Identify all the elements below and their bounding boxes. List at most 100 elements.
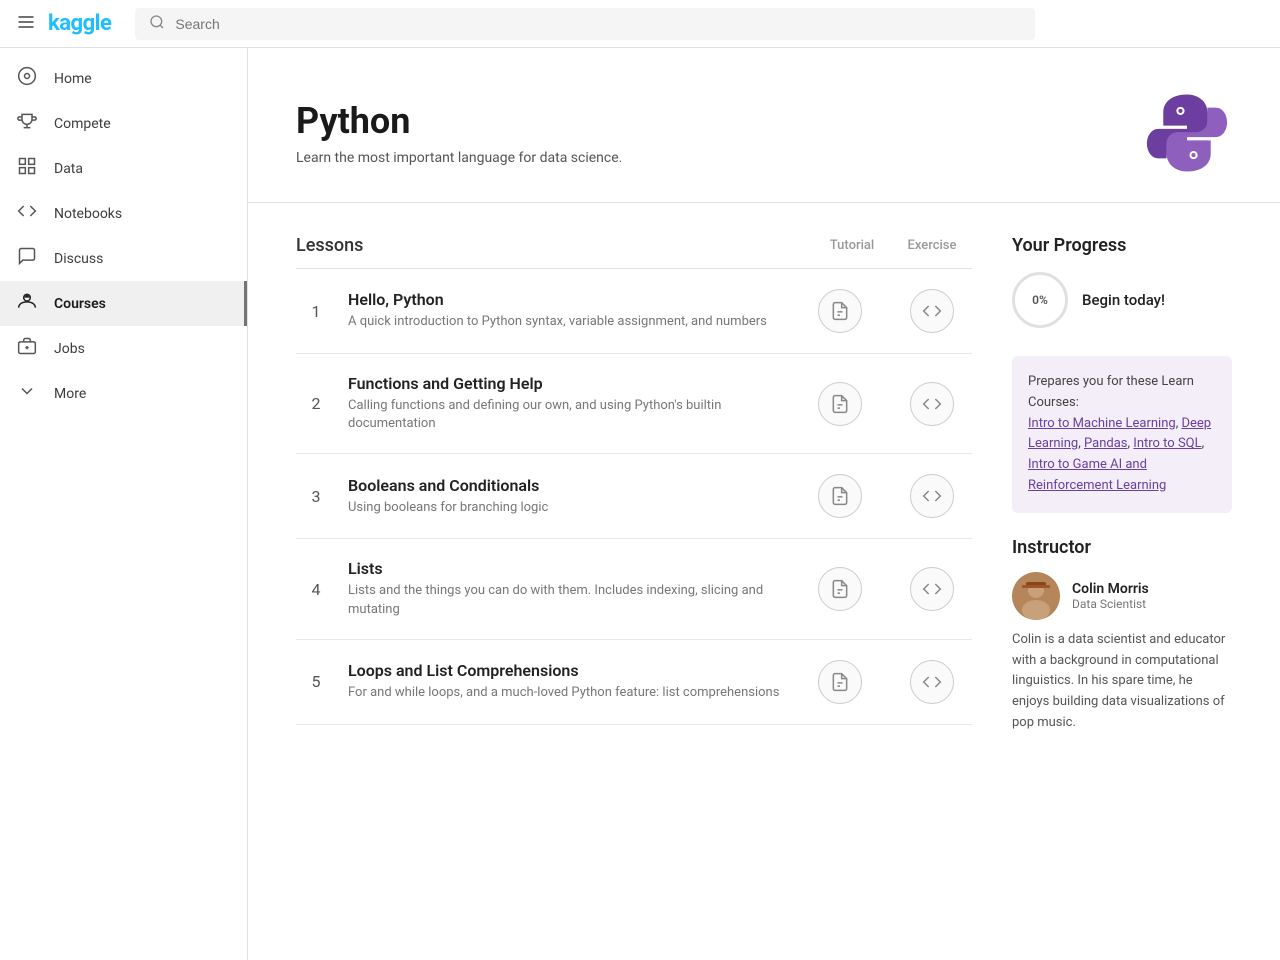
progress-circle: 0% xyxy=(1012,272,1068,328)
sidebar-label-courses: Courses xyxy=(54,296,106,312)
lesson-name: Lists xyxy=(348,559,788,578)
notebooks-icon xyxy=(16,201,38,226)
instructor-bio: Colin is a data scientist and educator w… xyxy=(1012,630,1232,734)
instructor-name: Colin Morris xyxy=(1072,581,1149,597)
table-row: 1 Hello, Python A quick introduction to … xyxy=(296,269,972,354)
exercise-button[interactable] xyxy=(910,660,954,704)
course-link-ml[interactable]: Intro to Machine Learning xyxy=(1028,416,1176,431)
table-row: 5 Loops and List Comprehensions For and … xyxy=(296,640,972,725)
lesson-name: Booleans and Conditionals xyxy=(348,476,788,495)
tutorial-button[interactable] xyxy=(818,474,862,518)
lesson-info: Lists Lists and the things you can do wi… xyxy=(348,559,788,618)
discuss-icon xyxy=(16,246,38,271)
lesson-number: 1 xyxy=(296,302,336,321)
sep4: , xyxy=(1202,436,1205,451)
data-icon xyxy=(16,156,38,181)
lesson-desc: Calling functions and defining our own, … xyxy=(348,397,788,433)
lesson-number: 4 xyxy=(296,580,336,599)
instructor-info: Colin Morris Data Scientist xyxy=(1072,581,1149,611)
lesson-name: Functions and Getting Help xyxy=(348,374,788,393)
progress-title: Your Progress xyxy=(1012,235,1232,256)
lesson-name: Hello, Python xyxy=(348,290,788,309)
lessons-heading: Lessons xyxy=(296,235,812,256)
sidebar-label-compete: Compete xyxy=(54,116,111,132)
content-area: Lessons Tutorial Exercise 1 Hello, Pytho… xyxy=(248,203,1280,766)
sidebar-item-jobs[interactable]: Jobs xyxy=(0,326,247,371)
exercise-button[interactable] xyxy=(910,382,954,426)
tutorial-button[interactable] xyxy=(818,289,862,333)
prepares-box: Prepares you for these Learn Courses: In… xyxy=(1012,356,1232,513)
lesson-desc: For and while loops, and a much-loved Py… xyxy=(348,684,788,702)
menu-icon[interactable] xyxy=(16,12,36,36)
sidebar-label-more: More xyxy=(54,386,86,402)
course-link-gameai[interactable]: Intro to Game AI and Reinforcement Learn… xyxy=(1028,457,1166,493)
exercise-button[interactable] xyxy=(910,289,954,333)
main-content: Python Learn the most important language… xyxy=(248,48,1280,960)
home-icon xyxy=(16,66,38,91)
instructor-role: Data Scientist xyxy=(1072,597,1149,611)
lesson-info: Functions and Getting Help Calling funct… xyxy=(348,374,788,433)
compete-icon xyxy=(16,111,38,136)
sidebar-label-data: Data xyxy=(54,161,83,177)
exercise-col-header: Exercise xyxy=(892,238,972,253)
sidebar-label-notebooks: Notebooks xyxy=(54,206,122,222)
sidebar-item-discuss[interactable]: Discuss xyxy=(0,236,247,281)
sidebar-label-jobs: Jobs xyxy=(54,341,85,357)
lesson-desc: Using booleans for branching logic xyxy=(348,499,788,517)
jobs-icon xyxy=(16,336,38,361)
progress-row: 0% Begin today! xyxy=(1012,272,1232,328)
sidebar-item-compete[interactable]: Compete xyxy=(0,101,247,146)
tutorial-button[interactable] xyxy=(818,660,862,704)
sidebar-label-home: Home xyxy=(54,71,92,87)
lessons-section: Lessons Tutorial Exercise 1 Hello, Pytho… xyxy=(296,235,972,734)
search-input[interactable] xyxy=(175,16,1021,32)
sidebar: Home Compete Data xyxy=(0,48,248,960)
search-icon xyxy=(149,14,165,34)
kaggle-logo[interactable]: kaggle xyxy=(48,11,111,36)
lesson-info: Booleans and Conditionals Using booleans… xyxy=(348,476,788,517)
lesson-number: 5 xyxy=(296,672,336,691)
sidebar-label-discuss: Discuss xyxy=(54,251,103,267)
table-row: 3 Booleans and Conditionals Using boolea… xyxy=(296,454,972,539)
progress-section: Your Progress 0% Begin today! xyxy=(1012,235,1232,328)
table-row: 4 Lists Lists and the things you can do … xyxy=(296,539,972,639)
course-link-pandas[interactable]: Pandas xyxy=(1084,436,1128,451)
progress-message: Begin today! xyxy=(1082,291,1165,309)
sidebar-item-notebooks[interactable]: Notebooks xyxy=(0,191,247,236)
exercise-button[interactable] xyxy=(910,567,954,611)
sidebar-item-data[interactable]: Data xyxy=(0,146,247,191)
exercise-button[interactable] xyxy=(910,474,954,518)
lesson-number: 3 xyxy=(296,487,336,506)
prepares-prefix: Prepares you for these Learn Courses: xyxy=(1028,374,1194,410)
instructor-row: Colin Morris Data Scientist xyxy=(1012,572,1232,620)
tutorial-button[interactable] xyxy=(818,567,862,611)
lessons-header: Lessons Tutorial Exercise xyxy=(296,235,972,269)
instructor-section: Instructor xyxy=(1012,537,1232,734)
sidebar-item-courses[interactable]: Courses xyxy=(0,281,247,326)
lesson-number: 2 xyxy=(296,394,336,413)
lesson-desc: Lists and the things you can do with the… xyxy=(348,582,788,618)
lesson-info: Loops and List Comprehensions For and wh… xyxy=(348,661,788,702)
tutorial-button[interactable] xyxy=(818,382,862,426)
python-logo-image xyxy=(1142,88,1232,178)
right-sidebar: Your Progress 0% Begin today! Prepares y… xyxy=(1012,235,1232,734)
topbar: kaggle xyxy=(0,0,1280,48)
course-link-sql[interactable]: Intro to SQL xyxy=(1133,436,1201,451)
page-subtitle: Learn the most important language for da… xyxy=(296,150,622,166)
layout: Home Compete Data xyxy=(0,48,1280,960)
search-bar xyxy=(135,8,1035,40)
lesson-name: Loops and List Comprehensions xyxy=(348,661,788,680)
lesson-info: Hello, Python A quick introduction to Py… xyxy=(348,290,788,331)
avatar xyxy=(1012,572,1060,620)
progress-percent: 0% xyxy=(1032,293,1048,307)
page-title: Python xyxy=(296,100,622,142)
courses-icon xyxy=(16,291,38,316)
instructor-avatar-svg xyxy=(1012,572,1060,620)
sidebar-item-home[interactable]: Home xyxy=(0,56,247,101)
sidebar-item-more[interactable]: More xyxy=(0,371,247,416)
tutorial-col-header: Tutorial xyxy=(812,238,892,253)
hero-section: Python Learn the most important language… xyxy=(248,48,1280,203)
lessons-list: 1 Hello, Python A quick introduction to … xyxy=(296,269,972,725)
more-icon xyxy=(16,381,38,406)
prepares-text: Prepares you for these Learn Courses: In… xyxy=(1028,372,1216,497)
